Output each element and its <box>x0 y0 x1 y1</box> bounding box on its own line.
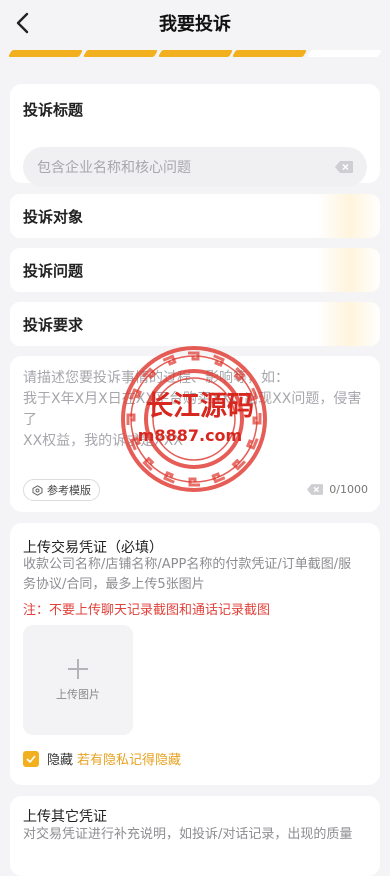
progress-segment <box>7 50 83 57</box>
description-placeholder-line: 我于X年X月X日在XX平台购买XX，出现XX问题，侵害了 <box>23 391 362 428</box>
progress-segment <box>307 50 383 57</box>
complaint-title-card: 投诉标题 包含企业名称和核心问题 <box>10 84 380 187</box>
char-counter: 0/1000 <box>307 483 368 496</box>
progress-segment <box>157 50 233 57</box>
other-proof-card: 上传其它凭证 对交易凭证进行补充说明，如投诉/对话记录，出现的质量 <box>10 796 380 876</box>
reference-template-button[interactable]: 参考模版 <box>23 479 100 501</box>
row-complaint-demand[interactable]: 投诉要求 <box>10 302 380 346</box>
progress-segment <box>82 50 158 57</box>
clear-icon[interactable] <box>335 161 353 173</box>
upload-proof-desc-line: 务协议/合同，最多上传5张图片 <box>23 577 205 592</box>
row-complaint-issue[interactable]: 投诉问题 <box>10 248 380 292</box>
checkmark-icon <box>26 754 36 763</box>
plus-icon <box>68 659 88 679</box>
row-label: 投诉要求 <box>23 315 84 334</box>
description-textarea[interactable]: 请描述您要投诉事情的过程、影响等，如： 我于X年X月X日在XX平台购买XX，出现… <box>23 368 367 452</box>
hide-label: 隐藏 <box>47 753 74 768</box>
other-proof-description: 对交易凭证进行补充说明，如投诉/对话记录，出现的质量 <box>23 827 353 842</box>
upload-proof-card: 上传交易凭证（必填） 收款公司名称/店铺名称/APP名称的付款凭证/订单截图/服… <box>10 523 380 785</box>
description-card[interactable]: 请描述您要投诉事情的过程、影响等，如： 我于X年X月X日在XX平台购买XX，出现… <box>10 356 380 512</box>
description-placeholder-line: XX权益，我的诉求是XXX <box>23 433 183 449</box>
complaint-title-label: 投诉标题 <box>23 101 84 119</box>
row-complaint-target[interactable]: 投诉对象 <box>10 194 380 238</box>
reference-template-label: 参考模版 <box>47 484 91 497</box>
page-title: 我要投诉 <box>159 14 231 35</box>
upload-image-label: 上传图片 <box>56 688 100 701</box>
complaint-title-placeholder: 包含企业名称和核心问题 <box>37 160 191 176</box>
complaint-title-input[interactable]: 包含企业名称和核心问题 <box>23 147 367 187</box>
row-label: 投诉问题 <box>23 261 84 280</box>
progress-bar <box>7 50 383 58</box>
upload-proof-desc-line: 收款公司名称/店铺名称/APP名称的付款凭证/订单截图/服 <box>23 557 352 572</box>
hide-hint: 若有隐私记得隐藏 <box>77 753 182 768</box>
upload-image-button[interactable]: 上传图片 <box>23 625 133 735</box>
template-icon <box>32 484 43 496</box>
hide-toggle[interactable]: 隐藏 若有隐私记得隐藏 <box>23 749 181 768</box>
clear-icon[interactable] <box>307 484 324 495</box>
upload-proof-description: 收款公司名称/店铺名称/APP名称的付款凭证/订单截图/服 务协议/合同，最多上… <box>23 555 369 595</box>
row-label: 投诉对象 <box>23 207 84 226</box>
char-count-text: 0/1000 <box>329 483 368 496</box>
other-proof-title: 上传其它凭证 <box>23 809 107 825</box>
upload-warning: 注：不要上传聊天记录截图和通话记录截图 <box>23 603 271 618</box>
header: 我要投诉 <box>0 0 390 48</box>
progress-segment <box>232 50 308 57</box>
upload-proof-title: 上传交易凭证（必填） <box>23 540 163 556</box>
description-placeholder-line: 请描述您要投诉事情的过程、影响等，如： <box>23 370 289 386</box>
hide-checkbox[interactable] <box>23 750 39 767</box>
